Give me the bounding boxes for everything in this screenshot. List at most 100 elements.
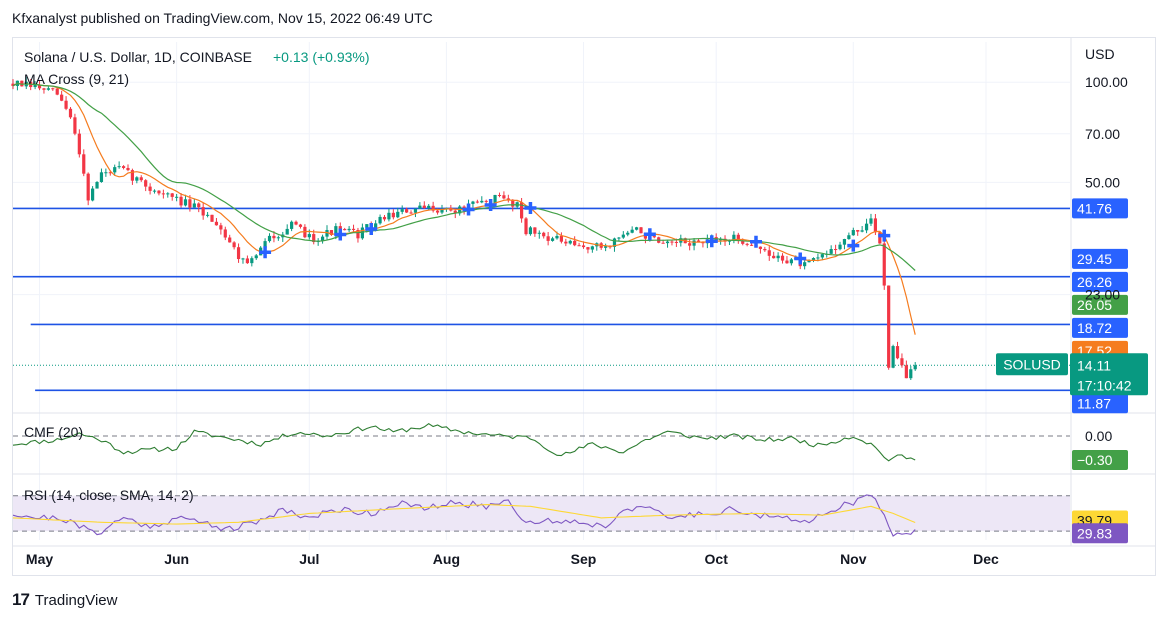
candle-body	[139, 177, 143, 181]
month-tick-label: Oct	[705, 551, 729, 567]
candle-body	[670, 241, 674, 243]
candle-body	[46, 88, 50, 90]
candle-body	[480, 200, 484, 203]
candle-body	[360, 227, 364, 239]
candle-body	[860, 230, 864, 232]
month-tick-label: Sep	[571, 551, 597, 567]
symbol-title: Solana / U.S. Dollar, 1D, COINBASE	[24, 49, 252, 65]
candle-body	[427, 205, 431, 209]
candle-body	[387, 212, 391, 220]
candle-body	[219, 225, 223, 230]
grid-layer	[12, 37, 1156, 547]
candle-body	[298, 224, 303, 227]
candle-body	[913, 365, 917, 370]
candle-body	[95, 182, 99, 189]
candle-body	[475, 201, 479, 203]
candle-body	[343, 229, 347, 231]
candle-body	[73, 117, 77, 134]
candle-body	[161, 193, 165, 195]
candle-body	[60, 94, 64, 101]
candle-body	[891, 346, 895, 368]
candle-body	[586, 247, 590, 250]
symbol-badge-text: SOLUSD	[1003, 356, 1061, 372]
candle-body	[834, 249, 838, 251]
price-change: +0.13 (+0.93%)	[273, 49, 370, 65]
rsi-value-text: 29.83	[1077, 525, 1112, 541]
candle-body	[223, 229, 227, 238]
candle-body	[396, 211, 400, 218]
candle-body	[272, 235, 276, 239]
candle-body	[121, 166, 126, 168]
candle-body	[745, 243, 749, 245]
candle-body	[188, 199, 192, 208]
tradingview-brand[interactable]: TradingView	[35, 592, 118, 609]
candle-body	[590, 246, 594, 250]
price-tick-label: 70.00	[1085, 126, 1120, 142]
candle-body	[856, 230, 860, 232]
candle-body	[829, 249, 833, 254]
candle-body	[864, 223, 869, 231]
candle-body	[170, 193, 174, 197]
candle-body	[82, 154, 86, 174]
candle-body	[887, 285, 891, 368]
chart-canvas[interactable]: 41.7629.4526.2626.0518.7217.5211.8714.11…	[0, 0, 1168, 580]
candle-body	[413, 208, 418, 213]
tradingview-logo[interactable]: 17	[12, 590, 30, 610]
price-tick-label: 23.00	[1085, 287, 1120, 303]
price-label-text: 18.72	[1077, 320, 1112, 336]
candle-body	[148, 186, 152, 191]
month-tick-label: Dec	[973, 551, 999, 567]
candle-body	[471, 201, 475, 204]
candle-body	[581, 245, 586, 248]
candle-body	[555, 235, 559, 239]
candle-body	[904, 365, 908, 379]
candle-body	[365, 224, 369, 228]
ma-cross-marker	[847, 239, 860, 252]
cmf-value-text: −0.30	[1077, 452, 1113, 468]
candle-body	[528, 227, 533, 235]
candle-body	[68, 108, 73, 118]
candle-body	[816, 257, 820, 259]
candle-body	[228, 237, 232, 243]
candle-body	[152, 190, 157, 192]
footer[interactable]: 17 TradingView	[12, 590, 117, 610]
candle-body	[144, 180, 148, 187]
candle-body	[626, 232, 630, 235]
candle-body	[205, 214, 210, 216]
candle-body	[847, 235, 851, 240]
candle-body	[621, 234, 625, 238]
candle-body	[267, 235, 272, 242]
candle-body	[86, 173, 90, 201]
candle-body	[688, 243, 692, 246]
candle-body	[405, 209, 409, 213]
candle-body	[285, 228, 289, 235]
candle-body	[104, 172, 108, 174]
candle-body	[351, 228, 356, 230]
candle-body	[652, 236, 656, 238]
candle-body	[550, 238, 555, 241]
candle-body	[192, 203, 196, 208]
candle-body	[135, 177, 139, 181]
candle-body	[232, 242, 236, 248]
candle-body	[484, 200, 488, 202]
candle-body	[630, 229, 634, 233]
candle-body	[197, 203, 201, 208]
ma-line	[12, 82, 916, 271]
candle-body	[378, 216, 382, 224]
candle-body	[157, 190, 161, 194]
candle-body	[42, 88, 46, 90]
candle-body	[692, 240, 696, 246]
candle-body	[568, 240, 572, 244]
candle-body	[183, 199, 188, 206]
candles-layer	[11, 76, 917, 380]
candle-body	[542, 232, 546, 237]
candle-body	[524, 218, 528, 235]
candle-body	[851, 230, 855, 236]
month-tick-label: Jul	[299, 551, 319, 567]
rsi-title: RSI (14, close, SMA, 14, 2)	[24, 487, 194, 503]
candle-body	[780, 255, 785, 261]
candle-body	[347, 228, 351, 231]
candle-body	[665, 241, 670, 244]
candle-body	[210, 214, 214, 222]
candle-body	[882, 243, 886, 286]
